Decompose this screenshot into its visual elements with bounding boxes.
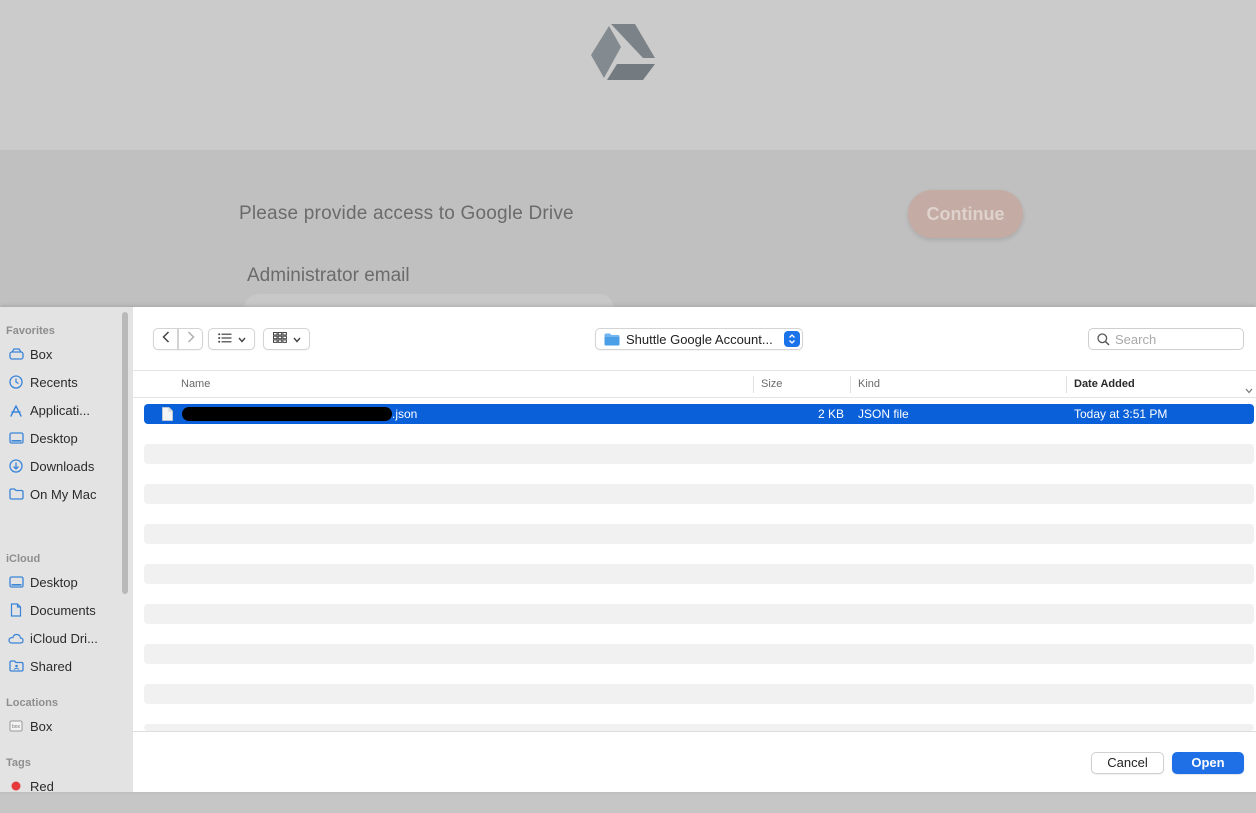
sidebar-item-desktop[interactable]: Desktop bbox=[0, 426, 120, 450]
sidebar-item-tag-red[interactable]: Red bbox=[0, 774, 120, 792]
cloud-icon bbox=[8, 630, 24, 646]
sidebar-item-box[interactable]: Box bbox=[0, 342, 120, 366]
search-icon bbox=[1097, 333, 1110, 351]
sidebar-item-applications[interactable]: Applicati... bbox=[0, 398, 120, 422]
location-popup-button[interactable]: Shuttle Google Account... bbox=[595, 328, 803, 350]
back-button[interactable] bbox=[153, 328, 178, 350]
list-view-button[interactable] bbox=[208, 328, 255, 350]
sidebar-section-favorites: Favorites bbox=[6, 325, 55, 337]
download-icon bbox=[8, 458, 24, 474]
applications-icon bbox=[8, 402, 24, 418]
sidebar-item-label: Desktop bbox=[30, 574, 78, 590]
sidebar-item-recents[interactable]: Recents bbox=[0, 370, 120, 394]
redacted-filename bbox=[182, 407, 392, 421]
column-divider bbox=[1066, 376, 1067, 393]
desktop-icon bbox=[8, 574, 24, 590]
search-field[interactable] bbox=[1088, 328, 1244, 350]
column-header-bar: Name Size Kind Date Added bbox=[133, 370, 1256, 398]
sidebar-item-label: Red bbox=[30, 778, 54, 793]
box-disk-icon: box bbox=[8, 718, 24, 734]
sidebar-scrollbar[interactable] bbox=[122, 312, 128, 594]
drive-icon bbox=[8, 346, 24, 362]
google-drive-logo bbox=[591, 24, 655, 80]
sidebar-item-icloud-drive[interactable]: iCloud Dri... bbox=[0, 626, 120, 650]
list-icon bbox=[217, 330, 232, 348]
column-header-kind[interactable]: Kind bbox=[858, 371, 880, 398]
red-tag-dot bbox=[8, 778, 24, 792]
column-divider bbox=[850, 376, 851, 393]
page-header bbox=[0, 0, 1256, 150]
table-row[interactable]: .json 2 KB JSON file Today at 3:51 PM bbox=[144, 404, 1254, 424]
sidebar-item-label: On My Mac bbox=[30, 486, 97, 502]
empty-row bbox=[144, 564, 1254, 584]
column-header-name[interactable]: Name bbox=[181, 371, 210, 398]
sidebar-section-tags: Tags bbox=[6, 757, 31, 769]
sidebar-item-label: Box bbox=[30, 718, 53, 734]
sidebar-item-downloads[interactable]: Downloads bbox=[0, 454, 120, 478]
dialog-toolbar: Shuttle Google Account... bbox=[133, 307, 1256, 370]
chevron-down-icon bbox=[292, 330, 301, 348]
clock-icon bbox=[8, 374, 24, 390]
cancel-button[interactable]: Cancel bbox=[1091, 752, 1164, 774]
dialog-footer: Cancel Open bbox=[133, 731, 1256, 792]
svg-text:box: box bbox=[12, 724, 21, 730]
page-footer-strip bbox=[0, 792, 1256, 813]
empty-row bbox=[144, 644, 1254, 664]
file-kind: JSON file bbox=[858, 407, 909, 421]
sidebar-item-label: Applicati... bbox=[30, 402, 90, 418]
empty-row bbox=[144, 444, 1254, 464]
sort-chevron-icon bbox=[1245, 381, 1253, 399]
sidebar-section-icloud: iCloud bbox=[6, 553, 41, 565]
sidebar-item-shared[interactable]: Shared bbox=[0, 654, 120, 678]
empty-row bbox=[144, 524, 1254, 544]
file-list: .json 2 KB JSON file Today at 3:51 PM bbox=[133, 398, 1256, 731]
chevron-down-icon bbox=[237, 330, 246, 348]
empty-row bbox=[144, 724, 1254, 731]
folder-icon bbox=[604, 333, 620, 346]
open-file-dialog: Favorites Box Recents Applicati... Deskt… bbox=[0, 307, 1256, 792]
sidebar-item-label: Desktop bbox=[30, 430, 78, 446]
sidebar-item-documents[interactable]: Documents bbox=[0, 598, 120, 622]
sidebar-item-icloud-desktop[interactable]: Desktop bbox=[0, 570, 120, 594]
column-header-size[interactable]: Size bbox=[761, 371, 782, 398]
folder-icon bbox=[8, 486, 24, 502]
sidebar-item-label: Documents bbox=[30, 602, 96, 618]
sidebar-item-box-location[interactable]: box Box bbox=[0, 714, 120, 738]
file-size: 2 KB bbox=[817, 407, 844, 421]
continue-button[interactable]: Continue bbox=[908, 190, 1023, 238]
sidebar-item-label: Downloads bbox=[30, 458, 95, 474]
sidebar-section-locations: Locations bbox=[6, 697, 58, 709]
column-header-date-added[interactable]: Date Added bbox=[1074, 371, 1135, 398]
column-divider bbox=[753, 376, 754, 393]
sidebar-item-label: Recents bbox=[30, 374, 78, 390]
dialog-sidebar: Favorites Box Recents Applicati... Deskt… bbox=[0, 307, 133, 792]
file-date-added: Today at 3:51 PM bbox=[1074, 407, 1168, 421]
empty-row bbox=[144, 484, 1254, 504]
location-label: Shuttle Google Account... bbox=[626, 331, 773, 347]
file-name-suffix: .json bbox=[392, 407, 418, 421]
document-icon bbox=[8, 602, 24, 618]
chevron-right-icon bbox=[187, 330, 195, 348]
search-input[interactable] bbox=[1115, 332, 1239, 347]
access-prompt-text: Please provide access to Google Drive bbox=[239, 203, 574, 224]
sidebar-item-label: iCloud Dri... bbox=[30, 630, 98, 646]
desktop-icon bbox=[8, 430, 24, 446]
shared-folder-icon bbox=[8, 658, 24, 674]
empty-row bbox=[144, 604, 1254, 624]
file-icon bbox=[162, 407, 173, 426]
sidebar-item-on-my-mac[interactable]: On My Mac bbox=[0, 482, 120, 506]
admin-email-label: Administrator email bbox=[247, 265, 410, 286]
sidebar-item-label: Shared bbox=[30, 658, 72, 674]
group-view-button[interactable] bbox=[263, 328, 310, 350]
empty-row bbox=[144, 684, 1254, 704]
grid-icon bbox=[272, 330, 287, 348]
open-button[interactable]: Open bbox=[1172, 752, 1244, 774]
sidebar-item-label: Box bbox=[30, 346, 53, 362]
chevron-left-icon bbox=[161, 330, 170, 348]
updown-chevron-icon bbox=[784, 331, 800, 347]
forward-button[interactable] bbox=[178, 328, 203, 350]
